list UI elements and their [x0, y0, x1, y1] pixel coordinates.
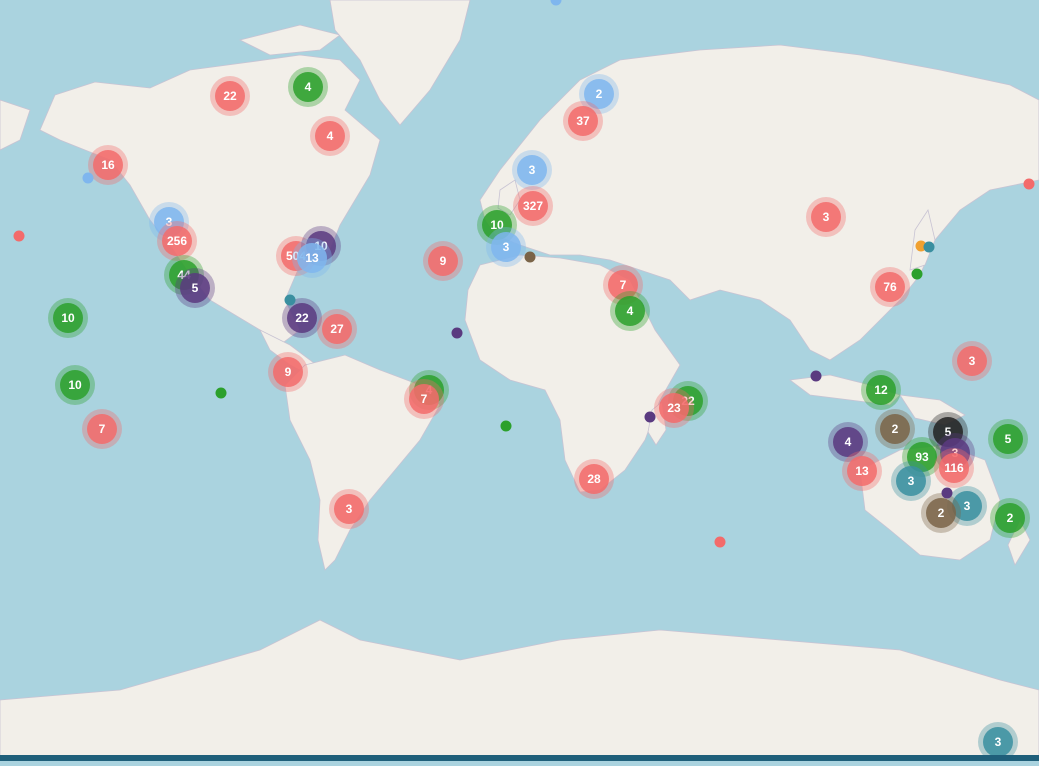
cluster-count: 4	[327, 129, 334, 143]
cluster-count: 76	[883, 280, 897, 294]
point-marker[interactable]	[284, 294, 296, 306]
point-marker[interactable]	[644, 411, 656, 423]
cluster-marker[interactable]: 37	[563, 101, 603, 141]
cluster-marker[interactable]: 3	[486, 227, 526, 267]
cluster-marker[interactable]: 12	[861, 370, 901, 410]
cluster-marker[interactable]: 2	[990, 498, 1030, 538]
cluster-count: 9	[285, 365, 292, 379]
cluster-count: 2	[892, 422, 899, 436]
point-marker[interactable]	[451, 327, 463, 339]
cluster-count: 256	[167, 234, 187, 248]
cluster-count: 2	[1007, 511, 1014, 525]
cluster-count: 16	[101, 158, 115, 172]
cluster-count: 7	[620, 278, 627, 292]
cluster-marker[interactable]: 9	[268, 352, 308, 392]
cluster-count: 4	[627, 304, 634, 318]
cluster-count: 37	[576, 114, 590, 128]
cluster-count: 12	[874, 383, 888, 397]
cluster-count: 3	[969, 354, 976, 368]
point-marker[interactable]	[911, 268, 923, 280]
cluster-count: 10	[61, 311, 75, 325]
world-map[interactable]: 2244163256445504101322271010799473237332…	[0, 0, 1039, 762]
cluster-marker[interactable]: 23	[654, 388, 694, 428]
cluster-marker[interactable]: 4	[310, 116, 350, 156]
cluster-marker[interactable]: 256	[157, 221, 197, 261]
cluster-count: 22	[223, 89, 237, 103]
cluster-count: 28	[587, 472, 601, 486]
cluster-count: 7	[99, 422, 106, 436]
cluster-count: 7	[421, 392, 428, 406]
cluster-marker[interactable]: 3	[329, 489, 369, 529]
cluster-marker[interactable]: 327	[513, 186, 553, 226]
cluster-count: 4	[305, 80, 312, 94]
point-marker[interactable]	[810, 370, 822, 382]
cluster-marker[interactable]: 9	[423, 241, 463, 281]
cluster-count: 9	[440, 254, 447, 268]
cluster-marker[interactable]: 10	[55, 365, 95, 405]
cluster-marker[interactable]: 5	[988, 419, 1028, 459]
cluster-count: 3	[529, 163, 536, 177]
cluster-marker[interactable]: 16	[88, 145, 128, 185]
cluster-marker[interactable]: 3	[891, 461, 931, 501]
cluster-marker[interactable]: 27	[317, 309, 357, 349]
cluster-count: 2	[938, 506, 945, 520]
cluster-count: 4	[845, 435, 852, 449]
bottom-bar	[0, 755, 1039, 761]
point-marker[interactable]	[524, 251, 536, 263]
cluster-marker[interactable]: 7	[82, 409, 122, 449]
cluster-marker[interactable]: 4	[288, 67, 328, 107]
point-marker[interactable]	[923, 241, 935, 253]
cluster-marker[interactable]: 4	[610, 291, 650, 331]
cluster-marker[interactable]: 3	[952, 341, 992, 381]
cluster-count: 10	[68, 378, 82, 392]
cluster-marker[interactable]: 22	[210, 76, 250, 116]
cluster-count: 3	[908, 474, 915, 488]
cluster-count: 22	[295, 311, 309, 325]
cluster-marker[interactable]: 5	[175, 268, 215, 308]
cluster-count: 3	[503, 240, 510, 254]
cluster-count: 327	[523, 199, 543, 213]
cluster-count: 116	[944, 461, 964, 475]
cluster-count: 13	[305, 251, 319, 265]
cluster-marker[interactable]: 2	[921, 493, 961, 533]
point-marker[interactable]	[500, 420, 512, 432]
point-marker[interactable]	[714, 536, 726, 548]
cluster-count: 3	[346, 502, 353, 516]
cluster-count: 93	[915, 450, 929, 464]
cluster-count: 3	[823, 210, 830, 224]
cluster-marker[interactable]: 116	[934, 448, 974, 488]
cluster-count: 13	[855, 464, 869, 478]
cluster-count: 3	[964, 499, 971, 513]
cluster-marker[interactable]: 28	[574, 459, 614, 499]
map-canvas: 2244163256445504101322271010799473237332…	[0, 0, 1039, 762]
cluster-marker[interactable]: 10	[48, 298, 88, 338]
point-marker[interactable]	[215, 387, 227, 399]
cluster-marker[interactable]: 3	[806, 197, 846, 237]
cluster-count: 2	[596, 87, 603, 101]
cluster-marker[interactable]: 7	[404, 379, 444, 419]
cluster-marker[interactable]: 3	[512, 150, 552, 190]
point-marker[interactable]	[13, 230, 25, 242]
cluster-count: 3	[995, 735, 1002, 749]
cluster-marker[interactable]: 13	[292, 238, 332, 278]
cluster-marker[interactable]: 76	[870, 267, 910, 307]
point-marker[interactable]	[82, 172, 94, 184]
point-marker[interactable]	[941, 487, 953, 499]
cluster-count: 5	[1005, 432, 1012, 446]
cluster-count: 23	[667, 401, 681, 415]
point-marker[interactable]	[1023, 178, 1035, 190]
cluster-count: 5	[192, 281, 199, 295]
cluster-count: 27	[330, 322, 344, 336]
cluster-marker[interactable]: 13	[842, 451, 882, 491]
